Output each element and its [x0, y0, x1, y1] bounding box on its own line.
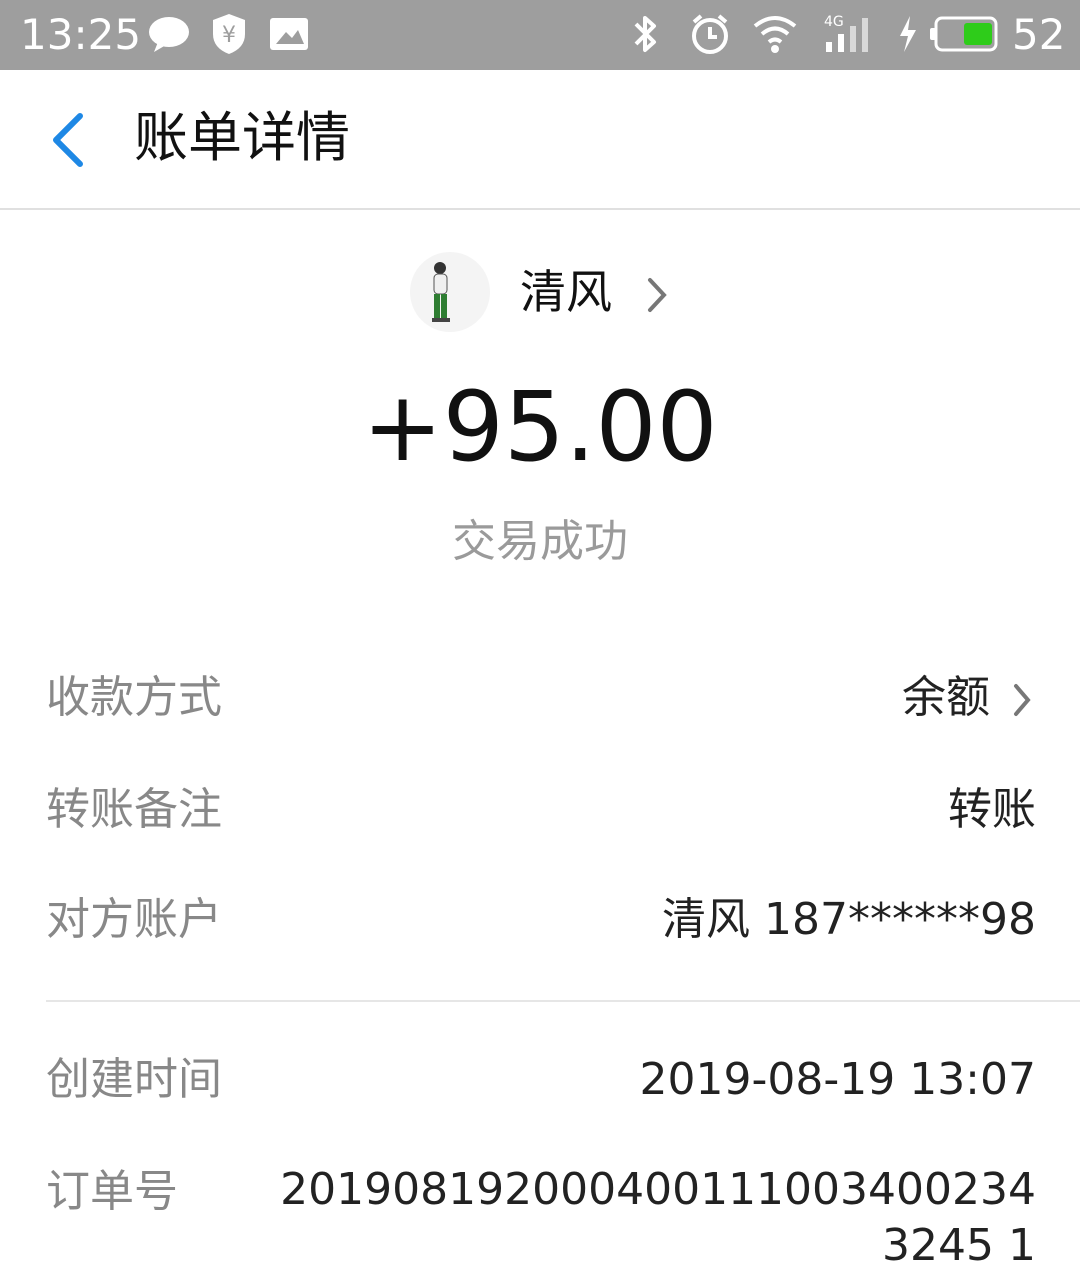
transaction-amount: +95.00 — [362, 371, 718, 483]
detail-value: 2019-08-19 13:07 — [639, 1054, 1037, 1105]
page-title: 账单详情 — [134, 106, 350, 169]
divider — [46, 1000, 1080, 1002]
person-illustration-icon — [432, 262, 450, 322]
counterparty-account-row: 对方账户 清风 187******98 — [46, 890, 1036, 960]
chevron-right-icon — [648, 278, 667, 312]
alarm-icon — [692, 14, 728, 54]
svg-text:¥: ¥ — [222, 23, 236, 48]
detail-label: 收款方式 — [46, 672, 222, 723]
chevron-right-icon — [1014, 684, 1031, 716]
detail-label: 对方账户 — [46, 894, 222, 945]
signal-4g-icon: 4G — [824, 14, 868, 52]
svg-text:4G: 4G — [824, 14, 844, 30]
detail-label: 订单号 — [46, 1166, 178, 1217]
image-icon — [270, 18, 308, 50]
detail-label: 转账备注 — [46, 784, 222, 835]
charging-icon — [900, 16, 916, 52]
payer-name: 清风 — [520, 265, 612, 319]
chat-bubble-icon — [149, 17, 189, 52]
avatar — [410, 252, 490, 332]
app-header: 账单详情 — [0, 70, 1080, 210]
battery-icon — [930, 16, 998, 52]
chevron-left-icon — [53, 113, 83, 167]
back-button[interactable] — [30, 100, 110, 180]
detail-value: 清风 187******98 — [662, 894, 1036, 945]
detail-value: 转账 — [948, 784, 1036, 835]
yuan-shield-icon: ¥ — [213, 14, 245, 54]
created-time-row: 创建时间 2019-08-19 13:07 — [46, 1050, 1036, 1120]
battery-level: 52 — [1012, 10, 1066, 59]
transfer-note-row: 转账备注 转账 — [46, 780, 1036, 850]
detail-label: 创建时间 — [46, 1054, 222, 1105]
bluetooth-icon — [634, 16, 656, 52]
status-bar: 13:25 ¥ 4G 52 — [0, 0, 1080, 70]
payer-profile-link[interactable]: 清风 — [410, 252, 690, 334]
status-time: 13:25 — [20, 10, 142, 59]
wifi-icon — [753, 16, 797, 53]
transaction-status: 交易成功 — [452, 516, 628, 567]
detail-value: 余额 — [902, 672, 990, 723]
order-number-value: 2019081920004001110034002343245 1 — [280, 1164, 1036, 1271]
payment-method-row[interactable]: 收款方式 余额 — [46, 668, 1036, 738]
